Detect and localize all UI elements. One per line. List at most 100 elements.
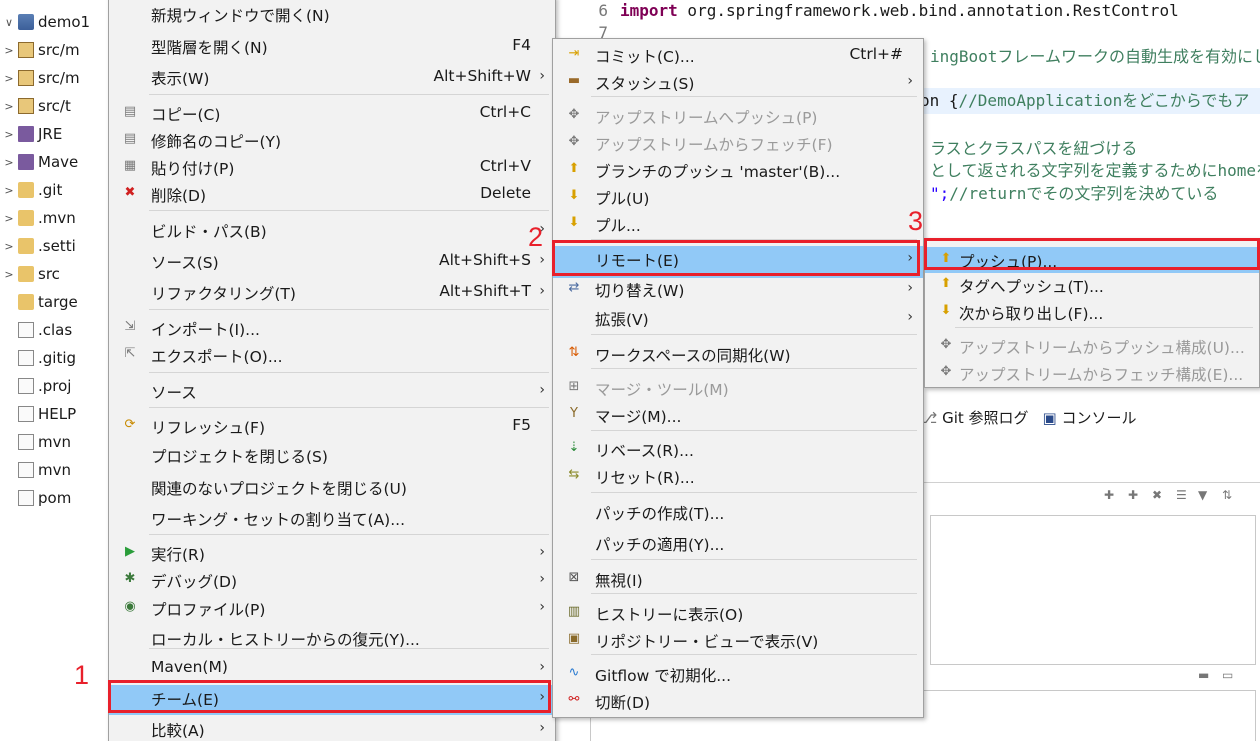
menu-item[interactable]: ⊠ 無視(I)	[553, 566, 923, 592]
menu-item[interactable]: ✥ アップストリームからフェッチ(F)	[553, 130, 923, 156]
menu-item[interactable]: ⬆ ブランチのプッシュ 'master'(B)...	[553, 157, 923, 183]
menu-item[interactable]: ワーキング・セットの割り当て(A)...	[109, 505, 555, 531]
menu-item-label: 型階層を開く(N)	[151, 39, 268, 57]
git-reflog-tab[interactable]: ⎇ Git 参照ログ	[920, 407, 1029, 428]
expand-arrow-icon[interactable]: >	[0, 44, 18, 57]
menu-item-shortcut: Delete	[480, 184, 531, 202]
menu-item[interactable]: 比較(A) ›	[109, 716, 555, 741]
menu-item[interactable]: ⬇ 次から取り出し(F)...	[925, 299, 1259, 325]
expand-arrow-icon[interactable]: >	[0, 184, 18, 197]
menu-item[interactable]: ⬇ プル(U)	[553, 184, 923, 210]
menu-separator	[149, 94, 549, 95]
menu-item[interactable]: ⇣ リベース(R)...	[553, 436, 923, 462]
menu-item[interactable]: ⇆ リセット(R)...	[553, 463, 923, 489]
menu-item[interactable]: 関連のないプロジェクトを閉じる(U)	[109, 474, 555, 500]
pull-icon: ⬇	[568, 188, 580, 203]
sort-icon[interactable]: ⇅	[1222, 488, 1236, 502]
menu-item[interactable]: 拡張(V) ›	[553, 305, 923, 331]
remove-icon[interactable]: ✖	[1152, 488, 1166, 502]
menu-item[interactable]: リファクタリング(T) Alt+Shift+T ›	[109, 279, 555, 305]
menu-item-label: アップストリームからプッシュ構成(U)...	[959, 339, 1245, 357]
menu-item-shortcut: F4	[512, 36, 531, 54]
lib-icon	[18, 126, 34, 142]
menu-item[interactable]: ⇱ エクスポート(O)...	[109, 342, 555, 368]
menu-item[interactable]: ソース(S) Alt+Shift+S ›	[109, 248, 555, 274]
list-icon[interactable]: ☰	[1176, 488, 1190, 502]
menu-item-label: ソース(S)	[151, 254, 219, 272]
menu-item[interactable]: パッチの作成(T)...	[553, 499, 923, 525]
menu-item[interactable]: ▤ 修飾名のコピー(Y)	[109, 127, 555, 153]
menu-item[interactable]: Y マージ(M)...	[553, 402, 923, 428]
expand-arrow-icon[interactable]: ∨	[0, 16, 18, 29]
menu-item-label: ソース	[151, 384, 197, 402]
tree-item-label: .setti	[38, 237, 76, 255]
menu-item[interactable]: Maven(M) ›	[109, 655, 555, 681]
menu-item[interactable]: 型階層を開く(N) F4	[109, 33, 555, 59]
maximize-icon[interactable]: ▭	[1222, 668, 1236, 682]
menu-item-label: リフレッシュ(F)	[151, 419, 266, 437]
menu-item[interactable]: ソース ›	[109, 378, 555, 404]
team-submenu: ⇥ コミット(C)... Ctrl+# ▬ スタッシュ(S) › ✥ アップストリームへプッシ…	[552, 38, 924, 718]
menu-separator	[591, 430, 917, 431]
menu-item-label: 関連のないプロジェクトを閉じる(U)	[151, 480, 407, 498]
menu-item[interactable]: ✥ アップストリームからプッシュ構成(U)...	[925, 333, 1259, 359]
push-tags-icon: ⬆	[940, 276, 952, 291]
menu-item[interactable]: リモート(E) ›	[553, 246, 923, 278]
menu-item[interactable]: ⟳ リフレッシュ(F) F5	[109, 413, 555, 439]
tree-item-label: JRE	[38, 125, 63, 143]
menu-item[interactable]: ⇅ ワークスペースの同期化(W)	[553, 341, 923, 367]
menu-item[interactable]: ∿ Gitflow で初期化...	[553, 661, 923, 687]
expand-arrow-icon[interactable]: >	[0, 268, 18, 281]
menu-item[interactable]: パッチの適用(Y)...	[553, 530, 923, 556]
refresh-icon: ⟳	[124, 417, 136, 432]
expand-arrow-icon[interactable]: >	[0, 100, 18, 113]
minimize-icon[interactable]: ▬	[1198, 668, 1212, 682]
menu-item[interactable]: ✖ 削除(D) Delete	[109, 181, 555, 207]
menu-item[interactable]: ビルド・パス(B) ›	[109, 217, 555, 243]
expand-arrow-icon[interactable]: >	[0, 212, 18, 225]
dropdown-icon[interactable]: ▼	[1198, 488, 1212, 502]
menu-item[interactable]: チーム(E) ›	[109, 685, 555, 715]
add-all-icon[interactable]: ✚	[1128, 488, 1142, 502]
menu-item[interactable]: ⬆ タグへプッシュ(T)...	[925, 272, 1259, 298]
menu-item[interactable]: プロジェクトを閉じる(S)	[109, 442, 555, 468]
menu-item-label: 比較(A)	[151, 722, 205, 740]
expand-arrow-icon[interactable]: >	[0, 72, 18, 85]
menu-item[interactable]: ⬆ プッシュ(P)...	[925, 247, 1259, 273]
menu-item[interactable]: ▬ スタッシュ(S) ›	[553, 69, 923, 95]
add-icon[interactable]: ✚	[1104, 488, 1118, 502]
menu-item[interactable]: ▦ 貼り付け(P) Ctrl+V	[109, 154, 555, 180]
menu-item[interactable]: ⊞ マージ・ツール(M)	[553, 375, 923, 401]
copy-qualified-icon: ▤	[123, 131, 137, 146]
menu-item[interactable]: ▶ 実行(R) ›	[109, 540, 555, 566]
expand-arrow-icon[interactable]: >	[0, 128, 18, 141]
tree-item-label: HELP	[38, 405, 77, 423]
menu-item[interactable]: ⇄ 切り替え(W) ›	[553, 276, 923, 302]
expand-arrow-icon[interactable]: >	[0, 240, 18, 253]
menu-item[interactable]: ⇲ インポート(I)...	[109, 315, 555, 341]
menu-item[interactable]: 表示(W) Alt+Shift+W ›	[109, 64, 555, 90]
menu-item-shortcut: Alt+Shift+T	[439, 282, 531, 300]
menu-item[interactable]: ⇥ コミット(C)... Ctrl+#	[553, 42, 923, 68]
menu-item[interactable]: ◉ プロファイル(P) ›	[109, 595, 555, 621]
menu-item-label: マージ・ツール(M)	[595, 381, 729, 399]
menu-item[interactable]: 新規ウィンドウで開く(N)	[109, 1, 555, 27]
menu-item[interactable]: ✱ デバッグ(D) ›	[109, 567, 555, 593]
menu-item[interactable]: ✥ アップストリームからフェッチ構成(E)...	[925, 360, 1259, 386]
menu-item[interactable]: ▣ リポジトリー・ビューで表示(V)	[553, 627, 923, 653]
console-tab[interactable]: ▣ コンソール	[1043, 407, 1137, 428]
tree-item-label: .mvn	[38, 209, 76, 227]
menu-item[interactable]: ▤ コピー(C) Ctrl+C	[109, 100, 555, 126]
context-menu: 新規ウィンドウで開く(N) 型階層を開く(N) F4 表示(W) Alt+Shift+W…	[108, 0, 556, 741]
menu-item[interactable]: ⚯ 切断(D)	[553, 688, 923, 714]
menu-item[interactable]: ✥ アップストリームへプッシュ(P)	[553, 103, 923, 129]
menu-item[interactable]: ▥ ヒストリーに表示(O)	[553, 600, 923, 626]
menu-item-label: ワークスペースの同期化(W)	[595, 347, 791, 365]
expand-arrow-icon[interactable]: >	[0, 156, 18, 169]
submenu-arrow-icon: ›	[539, 689, 545, 705]
menu-item[interactable]: ⬇ プル...	[553, 211, 923, 237]
tree-item-label: targe	[38, 293, 78, 311]
menu-item-label: リモート(E)	[595, 252, 679, 270]
callout-step-1: 1	[74, 660, 90, 690]
menu-item-label: ブランチのプッシュ 'master'(B)...	[595, 163, 841, 181]
